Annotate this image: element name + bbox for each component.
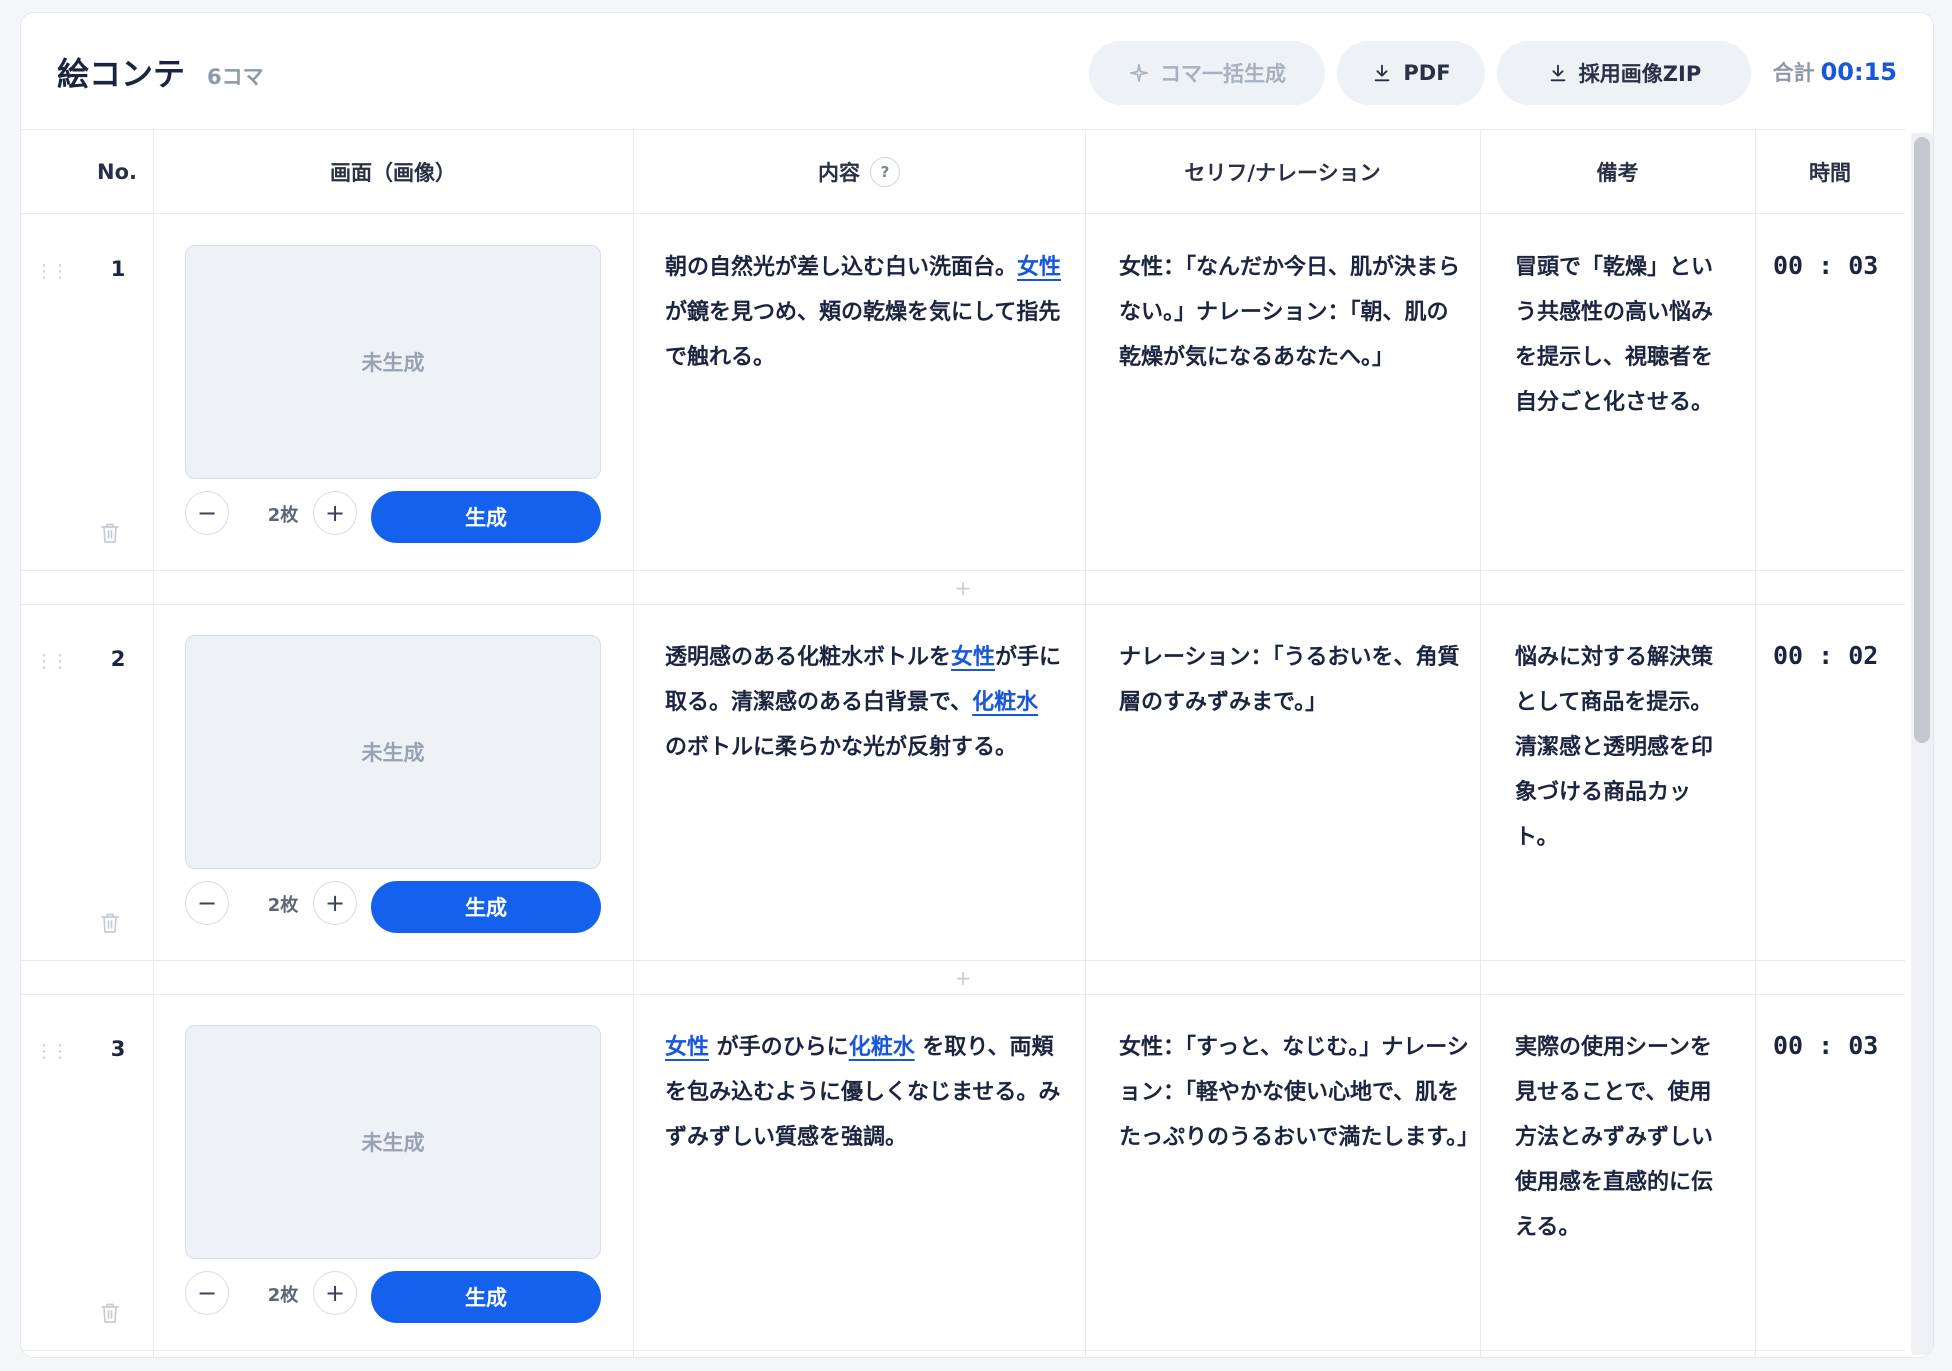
- entity-link[interactable]: 化粧水: [972, 690, 1038, 715]
- content-text[interactable]: 透明感のある化粧水ボトルを女性が手に取る。清潔感のある白背景で、化粧水 のボトル…: [665, 635, 1065, 770]
- zip-label: 採用画像ZIP: [1578, 62, 1702, 86]
- increase-count-button[interactable]: +: [313, 881, 357, 925]
- image-placeholder[interactable]: 未生成: [185, 245, 601, 479]
- entity-link[interactable]: 女性: [665, 1035, 709, 1060]
- insert-row-button[interactable]: +: [21, 961, 1905, 995]
- drag-handle-icon[interactable]: ⋮⋮: [35, 261, 69, 282]
- generate-button[interactable]: 生成: [371, 1271, 601, 1323]
- row-number: 2: [110, 647, 126, 671]
- total-duration: 合計 00:15: [1773, 57, 1897, 87]
- image-placeholder[interactable]: 未生成: [185, 635, 601, 869]
- content-segment: のボトルに柔らかな光が反射する。: [665, 735, 1018, 760]
- storyboard-panel: 絵コンテ 6コマ コマ一括生成 PDF 採用画像ZIP 合計 00:15 No. …: [20, 12, 1934, 1358]
- bulk-generate-button[interactable]: コマ一括生成: [1089, 41, 1325, 105]
- storyboard-table: No. 画面（画像） 内容 ? セリフ/ナレーション 備考 時間 ⋮⋮ 1 未生…: [21, 129, 1905, 1357]
- column-content-label: 内容: [818, 161, 860, 185]
- serif-text[interactable]: 女性：「すっと、なじむ。」ナレーション：「軽やかな使い心地で、肌をたっぷりのうる…: [1119, 1025, 1479, 1160]
- content-segment: が鏡を見つめ、頬の乾燥を気にして指先で触れる。: [665, 300, 1061, 370]
- image-count: 2枚: [267, 895, 299, 916]
- column-no: No.: [97, 160, 137, 184]
- note-text[interactable]: 冒頭で「乾燥」という共感性の高い悩みを提示し、視聴者を自分ごと化させる。: [1515, 245, 1725, 425]
- storyboard-header: 絵コンテ 6コマ コマ一括生成 PDF 採用画像ZIP 合計 00:15: [21, 13, 1933, 129]
- drag-handle-icon[interactable]: ⋮⋮: [35, 1041, 69, 1062]
- column-time: 時間: [1809, 161, 1851, 185]
- page-title: 絵コンテ: [57, 55, 186, 93]
- increase-count-button[interactable]: +: [313, 491, 357, 535]
- content-segment: 透明感のある化粧水ボトルを: [665, 645, 952, 670]
- total-time: 00:15: [1820, 58, 1897, 86]
- note-text[interactable]: 実際の使用シーンを見せることで、使用方法とみずみずしい使用感を直感的に伝える。: [1515, 1025, 1725, 1250]
- column-note: 備考: [1596, 161, 1639, 185]
- content-text[interactable]: 女性 が手のひらに化粧水 を取り、両頬を包み込むように優しくなじませる。みずみず…: [665, 1025, 1065, 1160]
- decrease-count-button[interactable]: −: [185, 491, 229, 535]
- image-placeholder[interactable]: 未生成: [185, 1025, 601, 1259]
- decrease-count-button[interactable]: −: [185, 881, 229, 925]
- entity-link[interactable]: 女性: [1017, 255, 1061, 280]
- sparkle-icon: [1129, 63, 1149, 83]
- column-content: 内容 ?: [633, 130, 1085, 214]
- table-header: No. 画面（画像） 内容 ? セリフ/ナレーション 備考 時間: [21, 130, 1905, 214]
- download-icon: [1375, 64, 1390, 82]
- trash-icon[interactable]: [99, 911, 121, 935]
- serif-text[interactable]: 女性：「なんだか今日、肌が決まらない。」ナレーション：「朝、肌の乾燥が気になるあ…: [1119, 245, 1469, 380]
- content-segment: 朝の自然光が差し込む白い洗面台。: [665, 255, 1018, 280]
- column-serif: セリフ/ナレーション: [1184, 161, 1381, 185]
- entity-link[interactable]: 女性: [951, 645, 995, 670]
- download-icon: [1550, 64, 1566, 82]
- total-label: 合計: [1772, 61, 1815, 85]
- trash-icon[interactable]: [99, 1301, 121, 1325]
- duration-value[interactable]: 00 : 03: [1773, 251, 1878, 280]
- decrease-count-button[interactable]: −: [185, 1271, 229, 1315]
- column-image: 画面（画像）: [330, 161, 456, 185]
- scrollbar-thumb[interactable]: [1914, 137, 1930, 743]
- duration-value[interactable]: 00 : 03: [1773, 1031, 1878, 1060]
- image-count: 2枚: [267, 1285, 299, 1306]
- serif-text[interactable]: ナレーション：「うるおいを、角質層のすみずみまで。」: [1119, 635, 1469, 725]
- image-count: 2枚: [267, 505, 299, 526]
- bulk-generate-label: コマ一括生成: [1160, 62, 1286, 86]
- insert-row-button[interactable]: +: [21, 571, 1905, 605]
- table-row: ⋮⋮ 1 未生成 − 2枚 + 生成 朝の自然光が差し込む白い洗面台。女性 が鏡…: [21, 215, 1905, 571]
- row-number: 3: [110, 1037, 126, 1061]
- content-segment: が手のひらに: [709, 1035, 849, 1060]
- duration-value[interactable]: 00 : 02: [1773, 641, 1878, 670]
- help-icon[interactable]: ?: [870, 157, 900, 187]
- entity-link[interactable]: 化粧水: [849, 1035, 915, 1060]
- trash-icon[interactable]: [99, 521, 121, 545]
- pdf-label: PDF: [1403, 61, 1451, 85]
- row-number: 1: [110, 257, 126, 281]
- generate-button[interactable]: 生成: [371, 491, 601, 543]
- note-text[interactable]: 悩みに対する解決策として商品を提示。清潔感と透明感を印象づける商品カット。: [1515, 635, 1725, 860]
- table-row: ⋮⋮ 3 未生成 − 2枚 + 生成 女性 が手のひらに化粧水 を取り、両頬を包…: [21, 995, 1905, 1351]
- generate-button[interactable]: 生成: [371, 881, 601, 933]
- increase-count-button[interactable]: +: [313, 1271, 357, 1315]
- content-text[interactable]: 朝の自然光が差し込む白い洗面台。女性 が鏡を見つめ、頬の乾燥を気にして指先で触れ…: [665, 245, 1065, 380]
- zip-download-button[interactable]: 採用画像ZIP: [1497, 41, 1751, 105]
- frame-count: 6コマ: [207, 65, 264, 89]
- pdf-download-button[interactable]: PDF: [1337, 41, 1485, 105]
- drag-handle-icon[interactable]: ⋮⋮: [35, 651, 69, 672]
- table-row: ⋮⋮ 2 未生成 − 2枚 + 生成 透明感のある化粧水ボトルを女性が手に取る。…: [21, 605, 1905, 961]
